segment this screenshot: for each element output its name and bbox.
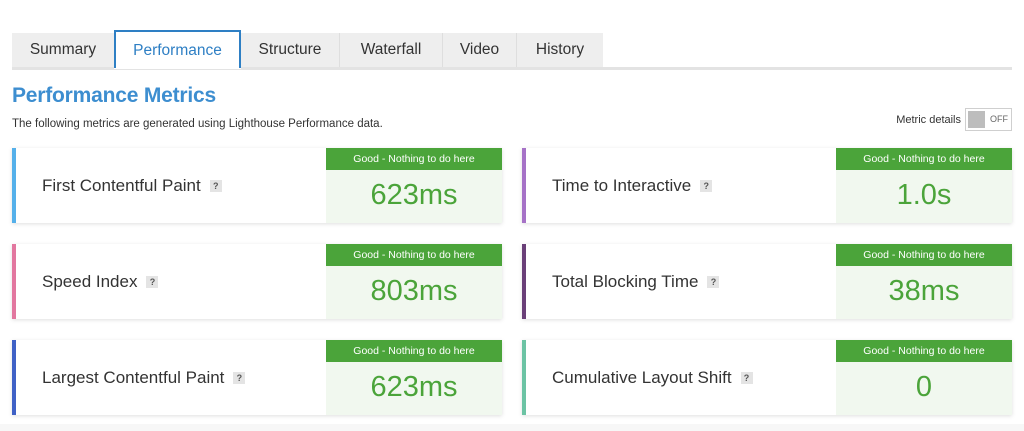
tab-video[interactable]: Video xyxy=(443,33,517,67)
toggle-knob xyxy=(968,111,985,128)
metric-grade-label: Good - Nothing to do here xyxy=(326,340,502,362)
metric-value: 0 xyxy=(915,371,933,403)
page-description: The following metrics are generated usin… xyxy=(12,118,383,130)
metric-grade-box: Good - Nothing to do here 1.0s xyxy=(836,148,1012,223)
metric-name-wrap: Time to Interactive ? xyxy=(552,148,713,223)
metric-name: Total Blocking Time xyxy=(552,271,699,291)
metric-name: Largest Contentful Paint xyxy=(42,367,225,387)
metric-name-wrap: Speed Index ? xyxy=(42,244,159,319)
tab-waterfall[interactable]: Waterfall xyxy=(340,33,443,67)
metric-card-total-blocking-time: Total Blocking Time ? Good - Nothing to … xyxy=(522,244,1012,319)
metric-details-label: Metric details xyxy=(896,113,961,126)
page-bottom-strip xyxy=(0,424,1024,431)
metric-value: 803ms xyxy=(370,275,458,307)
metric-card-largest-contentful-paint: Largest Contentful Paint ? Good - Nothin… xyxy=(12,340,502,415)
tab-summary[interactable]: Summary xyxy=(12,33,115,67)
help-icon[interactable]: ? xyxy=(707,275,720,288)
metric-name-wrap: Cumulative Layout Shift ? xyxy=(552,340,753,415)
metric-grade-label: Good - Nothing to do here xyxy=(836,244,1012,266)
metric-name: Time to Interactive xyxy=(552,175,692,195)
page-title: Performance Metrics xyxy=(12,84,216,107)
metric-details-control: Metric details OFF xyxy=(896,108,1012,131)
metric-name: First Contentful Paint xyxy=(42,175,201,195)
metric-grade-box: Good - Nothing to do here 38ms xyxy=(836,244,1012,319)
metric-value: 623ms xyxy=(370,179,458,211)
metric-name-wrap: Largest Contentful Paint ? xyxy=(42,340,246,415)
report-tabs: Summary Performance Structure Waterfall … xyxy=(12,30,1012,70)
tab-history[interactable]: History xyxy=(517,33,603,67)
metric-grade-label: Good - Nothing to do here xyxy=(836,148,1012,170)
metric-grade-label: Good - Nothing to do here xyxy=(836,340,1012,362)
metric-value: 38ms xyxy=(888,275,960,307)
metric-card-first-contentful-paint: First Contentful Paint ? Good - Nothing … xyxy=(12,148,502,223)
help-icon[interactable]: ? xyxy=(700,179,713,192)
metric-value: 623ms xyxy=(370,371,458,403)
metric-grade-box: Good - Nothing to do here 0 xyxy=(836,340,1012,415)
metric-grade-label: Good - Nothing to do here xyxy=(326,148,502,170)
metric-card-cumulative-layout-shift: Cumulative Layout Shift ? Good - Nothing… xyxy=(522,340,1012,415)
metric-card-time-to-interactive: Time to Interactive ? Good - Nothing to … xyxy=(522,148,1012,223)
help-icon[interactable]: ? xyxy=(740,371,753,384)
metric-card-speed-index: Speed Index ? Good - Nothing to do here … xyxy=(12,244,502,319)
metric-grade-box: Good - Nothing to do here 623ms xyxy=(326,148,502,223)
metric-name-wrap: First Contentful Paint ? xyxy=(42,148,222,223)
tab-structure[interactable]: Structure xyxy=(241,33,340,67)
tab-performance[interactable]: Performance xyxy=(114,30,241,68)
metric-name: Cumulative Layout Shift xyxy=(552,367,732,387)
help-icon[interactable]: ? xyxy=(146,275,159,288)
metric-name-wrap: Total Blocking Time ? xyxy=(552,244,720,319)
metric-details-toggle[interactable]: OFF xyxy=(965,108,1012,131)
metric-grade-label: Good - Nothing to do here xyxy=(326,244,502,266)
metric-name: Speed Index xyxy=(42,271,138,291)
toggle-state-text: OFF xyxy=(990,114,1008,124)
help-icon[interactable]: ? xyxy=(209,179,222,192)
help-icon[interactable]: ? xyxy=(233,371,246,384)
metric-grade-box: Good - Nothing to do here 803ms xyxy=(326,244,502,319)
metric-value: 1.0s xyxy=(896,179,952,211)
metric-grade-box: Good - Nothing to do here 623ms xyxy=(326,340,502,415)
